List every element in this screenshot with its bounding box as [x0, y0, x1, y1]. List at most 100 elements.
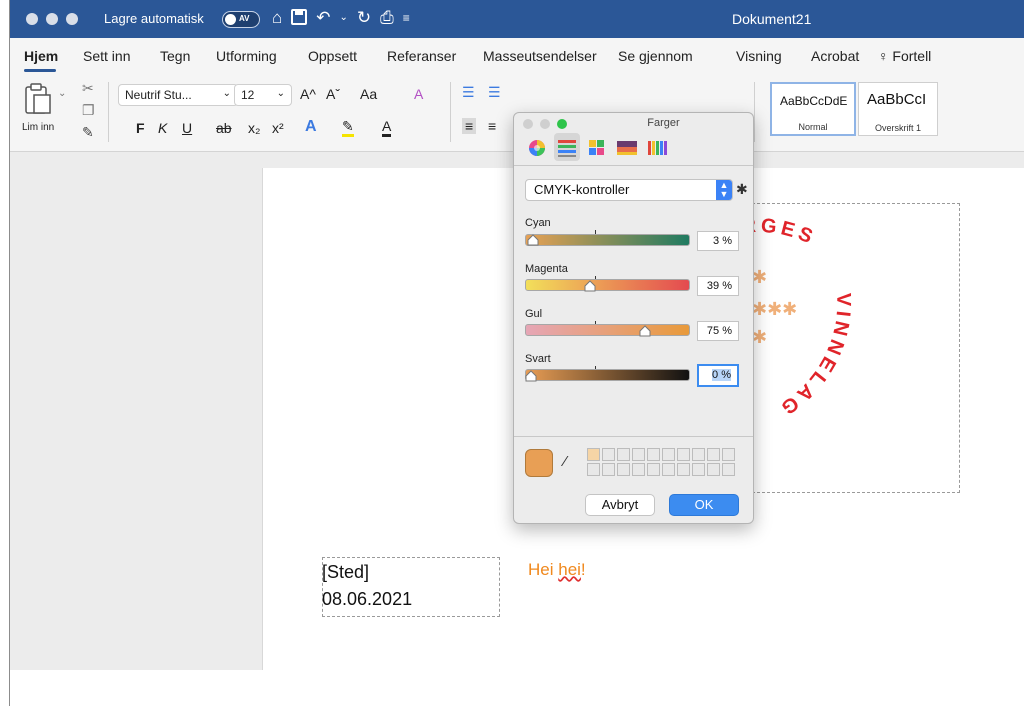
numbering-icon[interactable]: ☰	[488, 84, 501, 101]
tab-hjem[interactable]: Hjem	[24, 48, 58, 64]
empty-swatch[interactable]	[647, 463, 660, 476]
home-icon[interactable]: ⌂	[272, 8, 282, 31]
tab-acrobat[interactable]: Acrobat	[811, 48, 859, 64]
empty-swatch[interactable]	[617, 448, 630, 461]
image-palette-icon[interactable]	[614, 133, 640, 161]
date-field[interactable]: 08.06.2021	[322, 589, 412, 610]
tab-fortell[interactable]: ♀ Fortell	[878, 48, 931, 64]
align-center-icon[interactable]: ≡	[488, 118, 496, 134]
format-painter-icon[interactable]: ✎	[82, 124, 94, 141]
empty-swatch[interactable]	[617, 463, 630, 476]
tab-oppsett[interactable]: Oppsett	[308, 48, 357, 64]
empty-swatch[interactable]	[587, 463, 600, 476]
italic-button[interactable]: K	[158, 120, 167, 136]
yellow-slider[interactable]	[525, 324, 690, 336]
font-color-icon[interactable]: A	[382, 118, 392, 137]
tab-visning[interactable]: Visning	[736, 48, 782, 64]
tab-sett-inn[interactable]: Sett inn	[83, 48, 130, 64]
change-case-button[interactable]: Aa	[360, 86, 377, 102]
crayons-icon[interactable]	[644, 133, 670, 161]
style-heading-1[interactable]: AaBbCcI Overskrift 1	[858, 82, 938, 136]
sliders-icon[interactable]	[554, 133, 580, 161]
tab-se-gjennom[interactable]: Se gjennom	[618, 48, 693, 64]
color-mode-bar	[514, 133, 753, 163]
magenta-slider[interactable]	[525, 279, 690, 291]
bullets-icon[interactable]: ☰	[462, 84, 475, 101]
redo-icon[interactable]: ↻	[357, 8, 371, 31]
paste-label: Lim inn	[22, 122, 55, 133]
font-size-dropdown[interactable]: 12 ⌄	[234, 84, 292, 106]
shrink-font-button[interactable]: Aˇ	[326, 86, 340, 102]
tab-masseutsendelser[interactable]: Masseutsendelser	[483, 48, 597, 64]
style-normal[interactable]: AaBbCcDdE Normal	[770, 82, 856, 136]
saved-color-swatch[interactable]	[587, 448, 600, 461]
subscript-button[interactable]: x₂	[248, 120, 260, 136]
tab-tegn[interactable]: Tegn	[160, 48, 190, 64]
palette-icon[interactable]	[584, 133, 610, 161]
align-left-icon[interactable]: ≡	[462, 118, 477, 134]
save-icon[interactable]	[291, 8, 308, 31]
cyan-value-field[interactable]: 3 %	[697, 231, 739, 251]
cyan-slider-thumb[interactable]	[527, 234, 539, 246]
print-icon[interactable]: ⎙	[380, 8, 394, 31]
black-slider-thumb[interactable]	[525, 370, 537, 382]
ok-button[interactable]: OK	[669, 494, 739, 516]
empty-swatch[interactable]	[722, 448, 735, 461]
undo-icon[interactable]: ↶	[316, 8, 330, 31]
magenta-value-field[interactable]: 39 %	[697, 276, 739, 296]
cyan-slider[interactable]	[525, 234, 690, 246]
yellow-slider-thumb[interactable]	[639, 325, 651, 337]
black-value-field[interactable]: 0 %	[697, 364, 739, 387]
autosave-state: AV	[239, 14, 250, 23]
color-wheel-icon[interactable]	[524, 133, 550, 161]
empty-swatch[interactable]	[677, 448, 690, 461]
empty-swatch[interactable]	[707, 448, 720, 461]
current-color-swatch[interactable]	[525, 449, 553, 477]
paste-dropdown-icon[interactable]: ⌄	[58, 88, 66, 99]
clear-formatting-icon[interactable]: A	[414, 86, 423, 102]
empty-swatch[interactable]	[677, 463, 690, 476]
lightbulb-icon: ♀	[878, 48, 893, 64]
grow-font-button[interactable]: A^	[300, 86, 316, 102]
superscript-button[interactable]: x²	[272, 120, 284, 136]
minimize-window-button[interactable]	[46, 13, 58, 25]
close-window-button[interactable]	[26, 13, 38, 25]
gear-icon[interactable]: ✱	[736, 181, 748, 198]
empty-swatch[interactable]	[707, 463, 720, 476]
active-tab-indicator	[24, 69, 56, 72]
title-bar: Lagre automatisk AV ⌂ ↶ ⌄ ↻ ⎙ ≡ Dokument…	[10, 0, 1024, 38]
empty-swatch[interactable]	[692, 448, 705, 461]
empty-swatch[interactable]	[602, 448, 615, 461]
eyedropper-icon[interactable]: ⁄	[564, 453, 567, 470]
place-field[interactable]: [Sted]	[322, 562, 369, 583]
strikethrough-button[interactable]: ab	[216, 120, 232, 136]
color-mode-select[interactable]: CMYK-kontroller ▲ ▼	[525, 179, 733, 201]
tab-referanser[interactable]: Referanser	[387, 48, 456, 64]
empty-swatch[interactable]	[692, 463, 705, 476]
highlight-icon[interactable]: ✎	[342, 118, 354, 137]
cancel-button[interactable]: Avbryt	[585, 494, 655, 516]
magenta-slider-thumb[interactable]	[584, 280, 596, 292]
empty-swatch[interactable]	[647, 448, 660, 461]
empty-swatch[interactable]	[662, 448, 675, 461]
text-effects-icon[interactable]: A	[305, 118, 317, 136]
copy-icon[interactable]: ❐	[82, 102, 95, 119]
customize-toolbar-icon[interactable]: ≡	[403, 8, 410, 31]
black-slider[interactable]	[525, 369, 690, 381]
paste-icon[interactable]	[24, 82, 54, 116]
empty-swatch[interactable]	[722, 463, 735, 476]
zoom-window-button[interactable]	[66, 13, 78, 25]
empty-swatch[interactable]	[632, 463, 645, 476]
underline-button[interactable]: U	[182, 120, 192, 136]
bold-button[interactable]: F	[136, 120, 145, 136]
empty-swatch[interactable]	[602, 463, 615, 476]
empty-swatch[interactable]	[662, 463, 675, 476]
tab-utforming[interactable]: Utforming	[216, 48, 277, 64]
yellow-value-field[interactable]: 75 %	[697, 321, 739, 341]
greeting-text[interactable]: Hei hei!	[528, 560, 586, 580]
undo-dropdown-icon[interactable]: ⌄	[340, 8, 348, 31]
autosave-toggle[interactable]: AV	[222, 11, 260, 28]
empty-swatch[interactable]	[632, 448, 645, 461]
cut-icon[interactable]: ✂	[82, 80, 94, 97]
font-name-dropdown[interactable]: Neutrif Stu... ⌄	[118, 84, 238, 106]
